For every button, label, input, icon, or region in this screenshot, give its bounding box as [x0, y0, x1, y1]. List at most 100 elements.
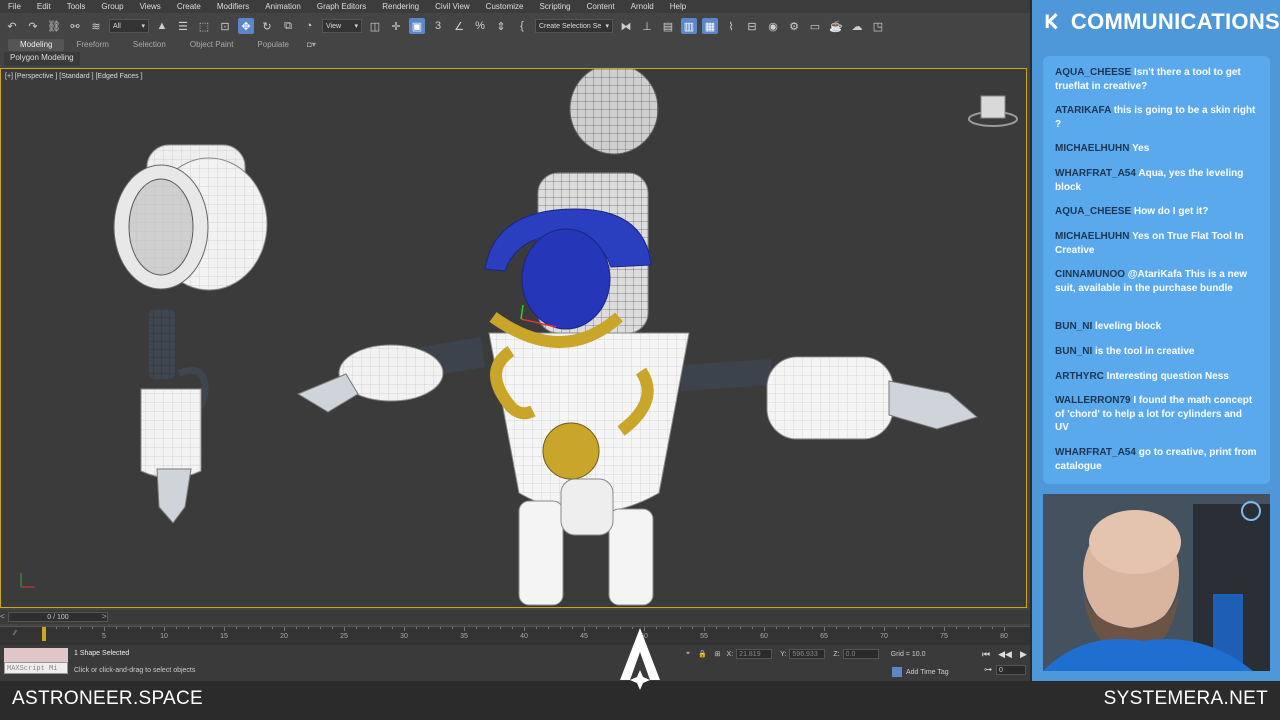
- lock-selection-icon[interactable]: 🔒: [698, 650, 707, 658]
- menu-graph-editors[interactable]: Graph Editors: [309, 2, 374, 11]
- maxscript-mini-input[interactable]: MAXScript Mi: [4, 662, 68, 674]
- rotate-icon[interactable]: ↻: [259, 18, 275, 34]
- menu-customize[interactable]: Customize: [478, 2, 532, 11]
- scale-icon[interactable]: ⧉: [280, 18, 296, 34]
- astronaut-suit-model[interactable]: [296, 172, 979, 606]
- time-slider[interactable]: 0 / 100: [8, 612, 108, 622]
- go-to-start-icon[interactable]: ⏮: [982, 649, 990, 660]
- render-setup-icon[interactable]: ⚙: [786, 18, 802, 34]
- menu-scripting[interactable]: Scripting: [531, 2, 578, 11]
- render-activeshade-icon[interactable]: ◳: [870, 18, 886, 34]
- menu-edit[interactable]: Edit: [29, 2, 59, 11]
- render-production-icon[interactable]: ☕: [828, 18, 844, 34]
- absolute-mode-icon[interactable]: ⊞: [715, 650, 721, 658]
- arm-part[interactable]: [140, 309, 209, 524]
- x-coordinate-field[interactable]: 21.819: [736, 649, 773, 659]
- percent-snap-icon[interactable]: %: [472, 18, 488, 34]
- ruler-minor-tick: [788, 627, 789, 629]
- menu-views[interactable]: Views: [132, 2, 169, 11]
- schematic-view-icon[interactable]: ⊟: [744, 18, 760, 34]
- undo-icon[interactable]: ↶: [4, 18, 20, 34]
- ruler-tick: [344, 627, 345, 631]
- menu-help[interactable]: Help: [662, 2, 694, 11]
- bind-space-warp-icon[interactable]: ≋: [88, 18, 104, 34]
- tab-freeform[interactable]: Freeform: [64, 39, 120, 51]
- helmet-ring-part[interactable]: [113, 144, 268, 291]
- maxscript-listener[interactable]: MAXScript Mi: [4, 648, 68, 676]
- select-by-name-icon[interactable]: ☰: [175, 18, 191, 34]
- rectangular-selection-icon[interactable]: ⬚: [196, 18, 212, 34]
- ribbon-toggle-icon[interactable]: ▦: [702, 18, 718, 34]
- material-editor-icon[interactable]: ◉: [765, 18, 781, 34]
- curve-editor-icon[interactable]: ⌇: [723, 18, 739, 34]
- select-object-icon[interactable]: ▲: [154, 18, 170, 34]
- link-icon[interactable]: ⛓: [46, 18, 62, 34]
- placement-icon[interactable]: ◔: [301, 18, 317, 34]
- menu-group[interactable]: Group: [93, 2, 131, 11]
- track-bar-mode-icon[interactable]: ⁄⁄: [14, 630, 16, 637]
- align-icon[interactable]: ⊥: [639, 18, 655, 34]
- y-coordinate-field[interactable]: 596.933: [789, 649, 826, 659]
- ribbon-options-icon[interactable]: ◘▾: [301, 39, 322, 51]
- mirror-icon[interactable]: ⧓: [618, 18, 634, 34]
- keyboard-shortcut-override-icon[interactable]: ▣: [409, 18, 425, 34]
- time-slider-prev-icon[interactable]: <: [0, 612, 5, 621]
- ruler-tick: [584, 627, 585, 631]
- viewcube-icon[interactable]: [968, 95, 1018, 127]
- menu-file[interactable]: File: [0, 2, 29, 11]
- reference-coordinate-value: View: [326, 22, 342, 30]
- redo-icon[interactable]: ↷: [25, 18, 41, 34]
- tab-selection[interactable]: Selection: [121, 39, 178, 51]
- menu-modifiers[interactable]: Modifiers: [209, 2, 257, 11]
- ruler-minor-tick: [128, 627, 129, 629]
- maxscript-output[interactable]: [4, 648, 68, 662]
- add-time-tag[interactable]: Add Time Tag: [892, 667, 949, 677]
- track-bar[interactable]: ⁄⁄ 5 10 15 20 25 30 35 40 45 50 55 60 65 70 75 80: [0, 626, 1030, 645]
- tab-populate[interactable]: Populate: [245, 39, 301, 51]
- menu-arnold[interactable]: Arnold: [623, 2, 662, 11]
- menu-tools[interactable]: Tools: [59, 2, 94, 11]
- ruler-tick-label: 25: [340, 633, 348, 640]
- menu-content[interactable]: Content: [579, 2, 623, 11]
- render-iterative-icon[interactable]: ☁: [849, 18, 865, 34]
- ruler-tick: [1004, 627, 1005, 631]
- reference-coordinate-dropdown[interactable]: View ▾: [322, 19, 362, 33]
- helmet-cap-part[interactable]: [569, 69, 659, 155]
- move-icon[interactable]: ✥: [238, 18, 254, 34]
- perspective-viewport[interactable]: [+] [Perspective ] [Standard ] [Edged Fa…: [0, 68, 1027, 608]
- angle-snap-icon[interactable]: ∠: [451, 18, 467, 34]
- tab-polygon-modeling[interactable]: Polygon Modeling: [4, 52, 80, 66]
- tab-object-paint[interactable]: Object Paint: [178, 39, 246, 51]
- key-mode-icon[interactable]: ⊶: [984, 665, 992, 674]
- menu-rendering[interactable]: Rendering: [374, 2, 427, 11]
- select-manipulate-icon[interactable]: ✛: [388, 18, 404, 34]
- spinner-snap-icon[interactable]: ⇕: [493, 18, 509, 34]
- time-slider-next-icon[interactable]: >: [102, 612, 107, 621]
- isolate-icon[interactable]: ⌖: [686, 650, 690, 658]
- snaps-toggle-icon[interactable]: 3: [430, 18, 446, 34]
- edit-named-selection-icon[interactable]: {: [514, 18, 530, 34]
- menu-animation[interactable]: Animation: [257, 2, 309, 11]
- menu-civil-view[interactable]: Civil View: [427, 2, 478, 11]
- selection-filter-dropdown[interactable]: All ▾: [109, 19, 149, 33]
- menu-create[interactable]: Create: [169, 2, 209, 11]
- z-coordinate-field[interactable]: 0.0: [842, 649, 879, 659]
- unlink-icon[interactable]: ⚯: [67, 18, 83, 34]
- ruler-minor-tick: [848, 627, 849, 629]
- tab-modeling[interactable]: Modeling: [8, 39, 65, 51]
- rendered-frame-window-icon[interactable]: ▭: [807, 18, 823, 34]
- chat-username: BUN_NI: [1055, 346, 1093, 357]
- prompt-hint: Click or click-and-drag to select object…: [74, 667, 196, 674]
- current-frame-marker[interactable]: [42, 627, 46, 641]
- pivot-center-icon[interactable]: ◫: [367, 18, 383, 34]
- scene-explorer-icon[interactable]: ▤: [660, 18, 676, 34]
- ruler-tick-label: 45: [580, 633, 588, 640]
- ruler-minor-tick: [488, 627, 489, 629]
- layer-explorer-icon[interactable]: ▥: [681, 18, 697, 34]
- current-frame-field[interactable]: 0: [996, 665, 1026, 675]
- window-crossing-icon[interactable]: ⊡: [217, 18, 233, 34]
- play-icon[interactable]: ▶: [1020, 649, 1027, 660]
- previous-frame-icon[interactable]: ◀◀: [998, 649, 1012, 660]
- named-selection-sets-dropdown[interactable]: Create Selection Se ▾: [535, 19, 613, 33]
- ruler-minor-tick: [680, 627, 681, 629]
